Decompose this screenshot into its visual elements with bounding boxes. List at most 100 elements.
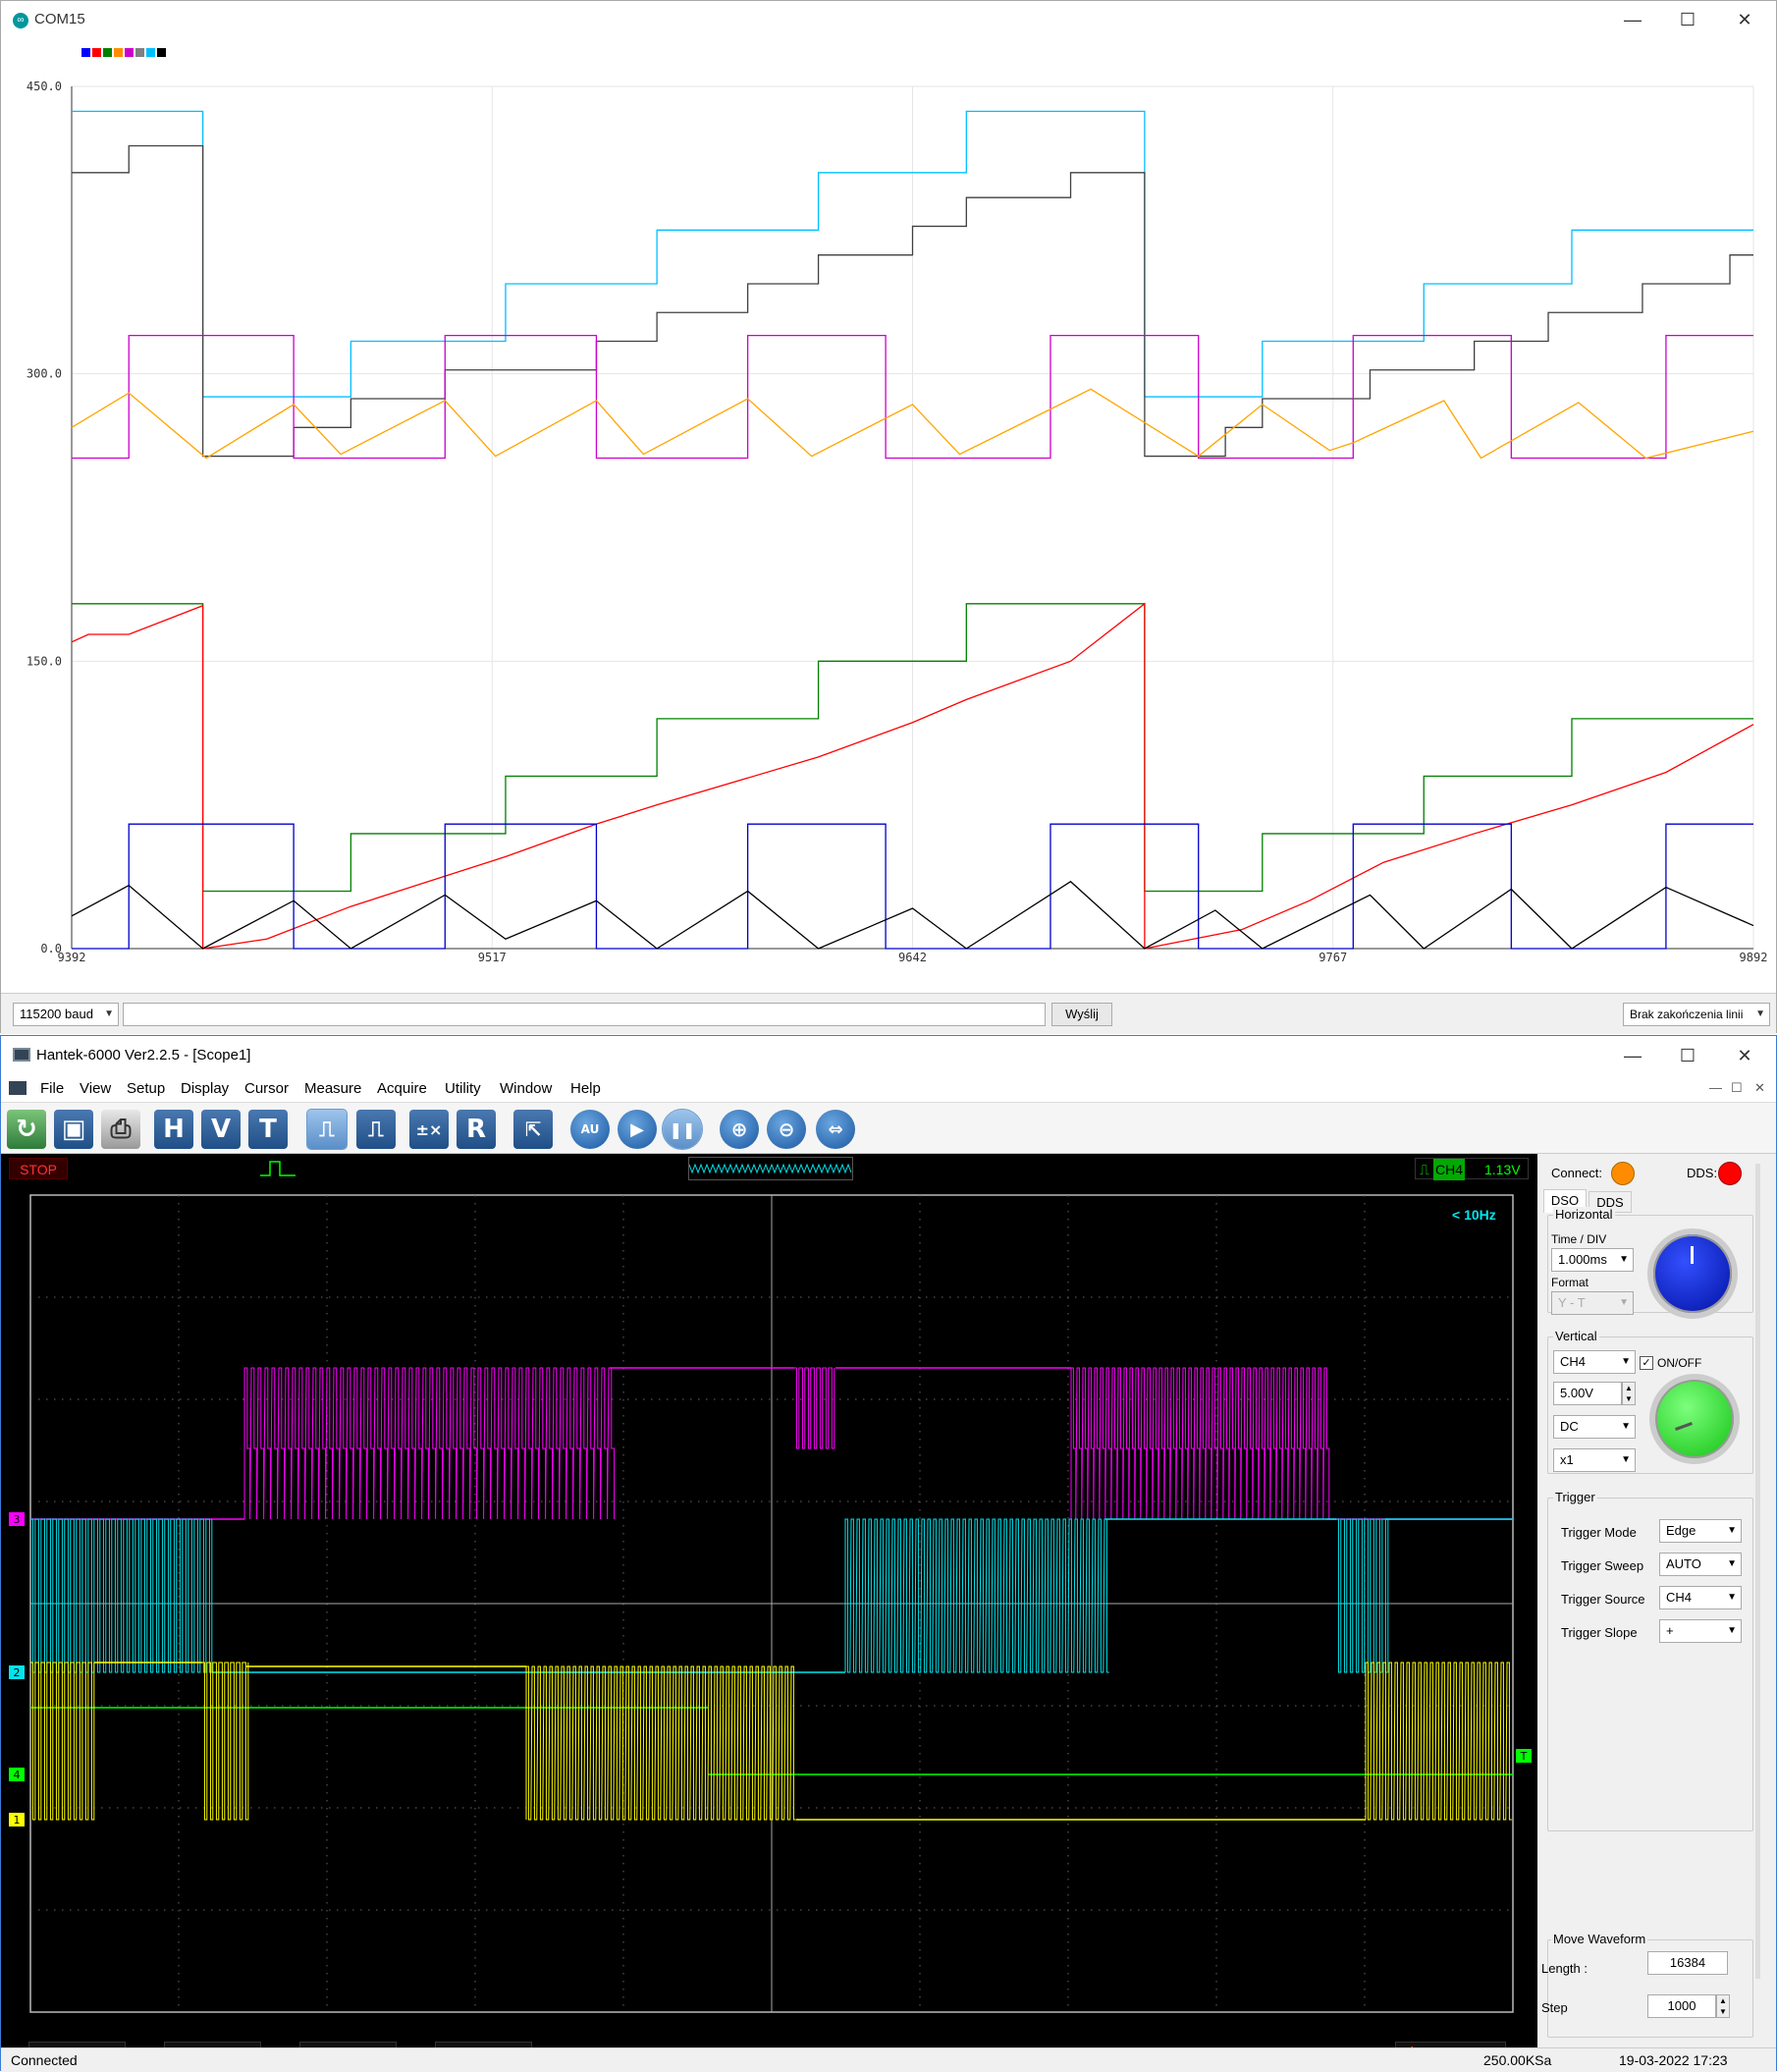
coupling-select[interactable]: DC ▼ — [1553, 1415, 1636, 1439]
stop-badge: STOP — [9, 1158, 68, 1179]
zoom-in-icon[interactable]: ⊕ — [720, 1110, 759, 1149]
menu-help[interactable]: Help — [570, 1080, 601, 1097]
serial-plotter-window: ∞ COM15 — ☐ ✕ 450.0 300.0 150.0 0.0 9392 9517… — [0, 0, 1777, 1034]
volts-div-field[interactable]: 5.00V — [1553, 1382, 1622, 1405]
maximize-button[interactable]: ☐ — [1666, 7, 1709, 32]
onoff-checkbox[interactable]: ✓ — [1640, 1356, 1653, 1370]
doc-icon — [9, 1081, 27, 1095]
trigger-button[interactable]: T — [248, 1110, 288, 1149]
title-bar: Hantek-6000 Ver2.2.5 - [Scope1] — ☐ ✕ — [1, 1036, 1776, 1075]
format-select[interactable]: Y - T ▼ — [1551, 1291, 1634, 1315]
vertical-button[interactable]: V — [201, 1110, 241, 1149]
trigger-edge-icon: ⎍ — [1420, 1162, 1429, 1177]
x-tick-label: 9517 — [478, 951, 507, 964]
x-tick-label: 9392 — [58, 951, 86, 964]
trigger-mode-select[interactable]: Edge ▼ — [1659, 1519, 1742, 1543]
app-icon — [13, 1048, 30, 1062]
date-time: 19-03-2022 17:23 — [1619, 2052, 1728, 2068]
auto-icon[interactable]: AU — [570, 1110, 610, 1149]
time-div-select[interactable]: 1.000ms ▼ — [1551, 1248, 1634, 1272]
channel-marker-label: 2 — [14, 1666, 21, 1679]
fit-icon[interactable]: ⇔ — [816, 1110, 855, 1149]
menu-file[interactable]: File — [40, 1080, 64, 1097]
minimize-button[interactable]: — — [1611, 1043, 1654, 1068]
x-tick-label: 9767 — [1319, 951, 1347, 964]
menu-view[interactable]: View — [80, 1080, 111, 1097]
status-bar: Connected 250.00KSa 19-03-2022 17:23 — [1, 2047, 1776, 2072]
close-button[interactable]: ✕ — [1723, 1043, 1766, 1068]
trigger-source-label: Trigger Source — [1561, 1592, 1645, 1607]
maximize-button[interactable]: ☐ — [1666, 1043, 1709, 1068]
knob-indicator — [1675, 1422, 1693, 1431]
volts-knob[interactable] — [1649, 1374, 1740, 1464]
vertical-label: Vertical — [1553, 1329, 1599, 1343]
math-icon[interactable]: ±× — [409, 1110, 449, 1149]
step-label: Step — [1541, 2000, 1568, 2015]
mdi-restore-button[interactable]: ☐ — [1731, 1080, 1743, 1096]
legend-swatch — [146, 48, 155, 57]
line-ending-select[interactable]: Brak zakończenia linii ▼ — [1623, 1003, 1770, 1026]
menu-utility[interactable]: Utility — [445, 1080, 481, 1097]
bottom-bar: 115200 baud ▼ Wyślij Brak zakończenia lin… — [1, 993, 1776, 1034]
mdi-minimize-button[interactable]: — — [1709, 1080, 1722, 1095]
pause-icon[interactable]: ❚❚ — [662, 1109, 703, 1150]
time-knob[interactable] — [1647, 1228, 1738, 1319]
vertical-channel-select[interactable]: CH4 ▼ — [1553, 1350, 1636, 1374]
cursor-icon[interactable]: ⇱ — [513, 1110, 553, 1149]
save-icon[interactable]: ▣ — [54, 1110, 93, 1149]
single-pulse-icon[interactable]: ⎍ — [306, 1109, 348, 1150]
zoom-out-icon[interactable]: ⊖ — [767, 1110, 806, 1149]
channel-marker-label: 3 — [14, 1513, 21, 1526]
dds-label: DDS: — [1687, 1166, 1718, 1180]
probe-select[interactable]: x1 ▼ — [1553, 1448, 1636, 1472]
knob-indicator — [1691, 1246, 1694, 1264]
title-bar: ∞ COM15 — ☐ ✕ — [1, 1, 1776, 38]
menu-measure[interactable]: Measure — [304, 1080, 361, 1097]
step-field[interactable]: 1000 — [1647, 1994, 1716, 2018]
length-label: Length : — [1541, 1961, 1588, 1976]
control-panel: Connect: DDS: DSO DDS Horizontal Time / … — [1539, 1154, 1760, 2038]
trigger-level-marker-label: T — [1520, 1750, 1528, 1763]
close-button[interactable]: ✕ — [1723, 7, 1766, 32]
menu-bar: File View Setup Display Cursor Measure A… — [1, 1075, 1776, 1103]
trigger-mode-label: Trigger Mode — [1561, 1525, 1637, 1540]
y-tick-label: 300.0 — [27, 367, 62, 381]
send-button[interactable]: Wyślij — [1051, 1003, 1112, 1026]
trigger-slope-select[interactable]: + ▼ — [1659, 1619, 1742, 1643]
connect-led — [1611, 1162, 1635, 1185]
scope-screen: 3 2 4 1 T — [9, 1194, 1532, 2013]
arduino-logo-icon: ∞ — [13, 13, 28, 28]
volts-spinner[interactable]: ▲ ▼ — [1622, 1382, 1636, 1405]
mdi-close-button[interactable]: ✕ — [1754, 1080, 1765, 1096]
menu-setup[interactable]: Setup — [127, 1080, 165, 1097]
measure-pulse-icon[interactable]: ⎍ — [356, 1110, 396, 1149]
trigger-source-select[interactable]: CH4 ▼ — [1659, 1586, 1742, 1609]
format-label: Format — [1551, 1276, 1589, 1289]
channel-marker-label: 4 — [14, 1769, 21, 1781]
run-icon[interactable]: ▶ — [618, 1110, 657, 1149]
reference-button[interactable]: R — [457, 1110, 496, 1149]
scope-display: 3 2 4 1 T < 10Hz — [1, 1183, 1537, 2038]
window-title: Hantek-6000 Ver2.2.5 - [Scope1] — [36, 1047, 251, 1063]
menu-display[interactable]: Display — [181, 1080, 229, 1097]
legend-swatch — [125, 48, 134, 57]
menu-cursor[interactable]: Cursor — [244, 1080, 289, 1097]
trigger-level: 1.13V — [1484, 1162, 1521, 1177]
menu-acquire[interactable]: Acquire — [377, 1080, 427, 1097]
print-icon[interactable]: ⎙ — [101, 1110, 140, 1149]
open-icon[interactable]: ↻ — [7, 1110, 46, 1149]
dds-led — [1718, 1162, 1742, 1185]
frequency-readout: < 10Hz — [1452, 1207, 1496, 1223]
waveform-overview[interactable] — [688, 1157, 853, 1180]
horizontal-button[interactable]: H — [154, 1110, 193, 1149]
send-input[interactable] — [123, 1003, 1046, 1026]
step-spinner[interactable]: ▲ ▼ — [1716, 1994, 1730, 2018]
trigger-indicator: ⎍ CH4 1.13V — [1415, 1158, 1529, 1180]
time-div-label: Time / DIV — [1551, 1232, 1607, 1246]
minimize-button[interactable]: — — [1611, 7, 1654, 32]
side-scrollbar[interactable] — [1755, 1164, 1760, 1979]
baud-select[interactable]: 115200 baud ▼ — [13, 1003, 119, 1026]
legend-swatch — [92, 48, 101, 57]
menu-window[interactable]: Window — [500, 1080, 552, 1097]
trigger-sweep-select[interactable]: AUTO ▼ — [1659, 1553, 1742, 1576]
